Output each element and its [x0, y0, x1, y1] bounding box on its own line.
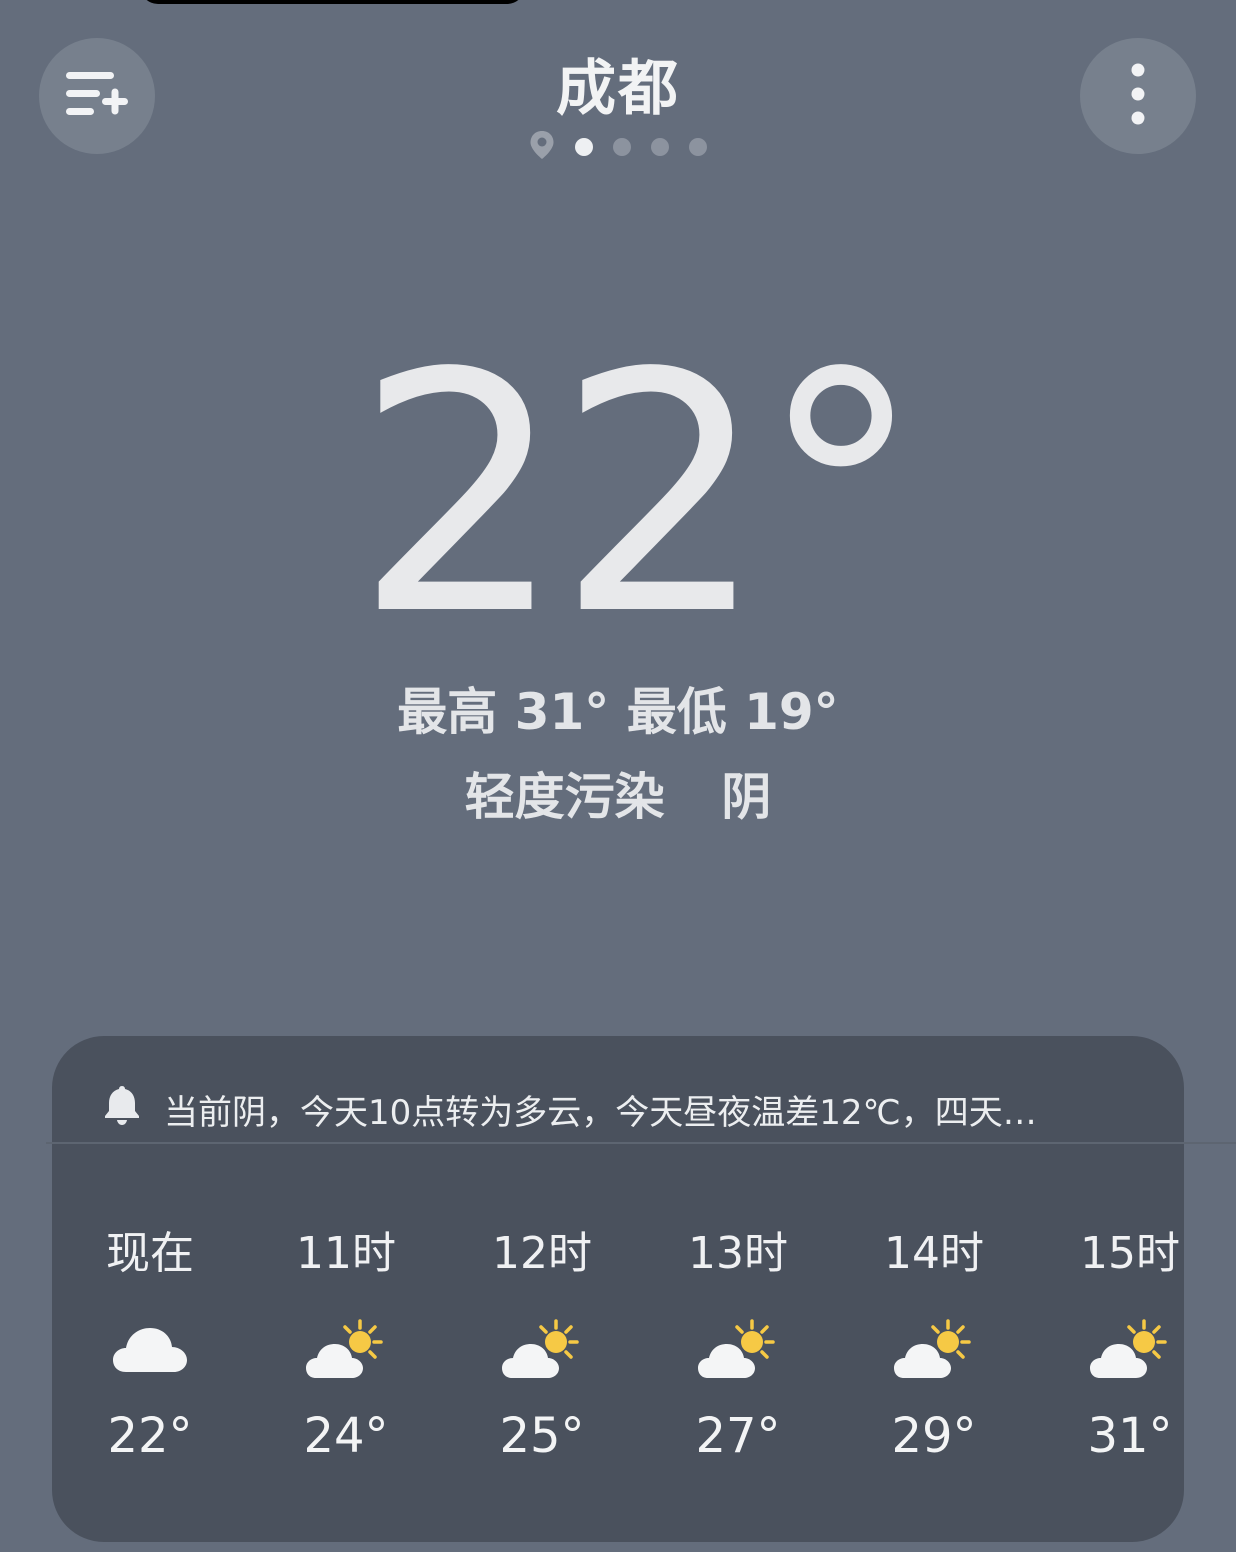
hour-item: 12时 25°	[444, 1200, 640, 1466]
hour-temp: 31°	[1087, 1408, 1173, 1464]
hour-item: 现在 22°	[52, 1200, 248, 1466]
card-divider	[46, 1142, 1236, 1144]
weather-notice[interactable]: 当前阴，今天10点转为多云，今天昼夜温差12℃，四天…	[102, 1084, 1142, 1135]
hour-label: 15时	[1080, 1228, 1180, 1279]
city-title: 成都	[556, 54, 680, 124]
degree-symbol: °	[758, 303, 923, 687]
hour-item: 11时 24°	[248, 1200, 444, 1466]
hour-item: 14时 29°	[836, 1200, 1032, 1466]
location-pin-icon	[529, 130, 555, 164]
partly-sunny-icon	[444, 1300, 640, 1400]
page-indicator	[0, 130, 1236, 164]
hour-label: 12时	[492, 1228, 592, 1279]
current-temperature-value: 22	[354, 303, 767, 687]
pager-dot-3[interactable]	[651, 138, 669, 156]
camera-notch	[140, 0, 525, 4]
bell-icon	[102, 1084, 142, 1135]
partly-sunny-icon	[836, 1300, 1032, 1400]
air-quality-label: 轻度污染	[464, 768, 665, 826]
current-temperature: 22°	[0, 330, 1236, 660]
cloud-icon	[52, 1300, 248, 1400]
hour-temp: 22°	[107, 1408, 193, 1464]
more-vert-icon	[1128, 61, 1148, 131]
hour-label: 现在	[106, 1228, 194, 1279]
condition-label: 阴	[721, 768, 772, 826]
partly-sunny-icon	[640, 1300, 836, 1400]
hour-label: 13时	[688, 1228, 788, 1279]
more-options-button[interactable]	[1080, 38, 1196, 154]
pager-dot-4[interactable]	[689, 138, 707, 156]
hour-temp: 27°	[695, 1408, 781, 1464]
pager-dot-1[interactable]	[575, 138, 593, 156]
hour-temp: 24°	[303, 1408, 389, 1464]
partly-sunny-icon	[1032, 1300, 1228, 1400]
pager-dot-2[interactable]	[613, 138, 631, 156]
hour-temp: 29°	[891, 1408, 977, 1464]
hour-item: 15时 31°	[1032, 1200, 1228, 1466]
hour-temp: 25°	[499, 1408, 585, 1464]
high-low-temperature: 最高 31° 最低 19°	[397, 683, 839, 741]
hour-label: 11时	[296, 1228, 396, 1279]
partly-sunny-icon	[248, 1300, 444, 1400]
notice-text: 当前阴，今天10点转为多云，今天昼夜温差12℃，四天…	[164, 1093, 1037, 1133]
hour-label: 14时	[884, 1228, 984, 1279]
hour-item: 13时 27°	[640, 1200, 836, 1466]
air-quality-condition: 轻度污染 阴	[0, 757, 1236, 829]
hourly-forecast[interactable]: 现在 22° 11时 24° 12时 25° 13时 27° 14时 29° 1…	[52, 1200, 1236, 1500]
